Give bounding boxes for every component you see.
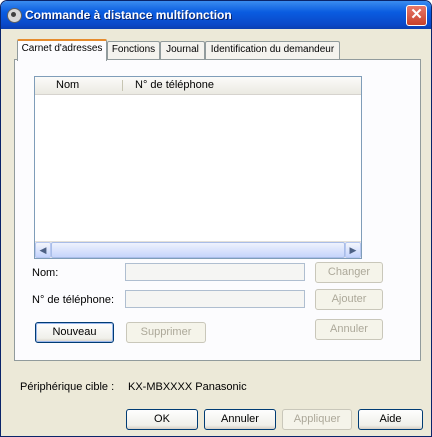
tab-journal[interactable]: Journal bbox=[160, 41, 205, 59]
name-label: Nom: bbox=[32, 267, 59, 279]
list-header: Nom N° de téléphone bbox=[35, 77, 361, 95]
arrow-left-icon: ◀ bbox=[39, 245, 47, 255]
tab-functions[interactable]: Fonctions bbox=[107, 41, 160, 59]
help-button[interactable]: Aide bbox=[358, 409, 423, 430]
phone-field[interactable] bbox=[125, 290, 305, 308]
ok-button[interactable]: OK bbox=[126, 409, 198, 430]
target-device-value: KX-MBXXXX Panasonic bbox=[128, 381, 247, 393]
close-icon: ✕ bbox=[410, 6, 423, 23]
new-button[interactable]: Nouveau bbox=[35, 322, 114, 343]
apply-button[interactable]: Appliquer bbox=[282, 409, 352, 430]
tab-address-book[interactable]: Carnet d'adresses bbox=[17, 39, 107, 61]
target-device-label: Périphérique cible : bbox=[20, 381, 115, 393]
window-title: Commande à distance multifonction bbox=[25, 8, 232, 22]
arrow-right-icon: ▶ bbox=[349, 245, 357, 255]
cancel-button[interactable]: Annuler bbox=[204, 409, 276, 430]
column-divider[interactable] bbox=[122, 80, 123, 91]
phone-label: N° de téléphone: bbox=[32, 294, 115, 306]
name-field[interactable] bbox=[125, 263, 305, 281]
scroll-thumb[interactable] bbox=[51, 242, 345, 258]
column-header-name[interactable]: Nom bbox=[56, 77, 79, 94]
change-button[interactable]: Changer bbox=[315, 262, 383, 283]
add-button[interactable]: Ajouter bbox=[315, 289, 383, 310]
scroll-left-button[interactable]: ◀ bbox=[35, 242, 51, 258]
scroll-right-button[interactable]: ▶ bbox=[345, 242, 361, 258]
cancel-edit-button[interactable]: Annuler bbox=[315, 319, 383, 340]
delete-button[interactable]: Supprimer bbox=[126, 322, 206, 343]
address-book-panel: Nom N° de téléphone ◀ ▶ Nom: Changer N° … bbox=[14, 59, 421, 361]
column-header-phone[interactable]: N° de téléphone bbox=[135, 77, 214, 94]
app-icon bbox=[7, 8, 22, 23]
horizontal-scrollbar[interactable]: ◀ ▶ bbox=[35, 241, 361, 258]
dialog-window: Commande à distance multifonction ✕ Carn… bbox=[0, 0, 432, 437]
title-bar[interactable]: Commande à distance multifonction ✕ bbox=[1, 1, 431, 29]
close-button[interactable]: ✕ bbox=[406, 5, 427, 26]
address-list[interactable]: Nom N° de téléphone ◀ ▶ bbox=[34, 76, 362, 259]
tab-caller-id[interactable]: Identification du demandeur bbox=[205, 41, 340, 59]
